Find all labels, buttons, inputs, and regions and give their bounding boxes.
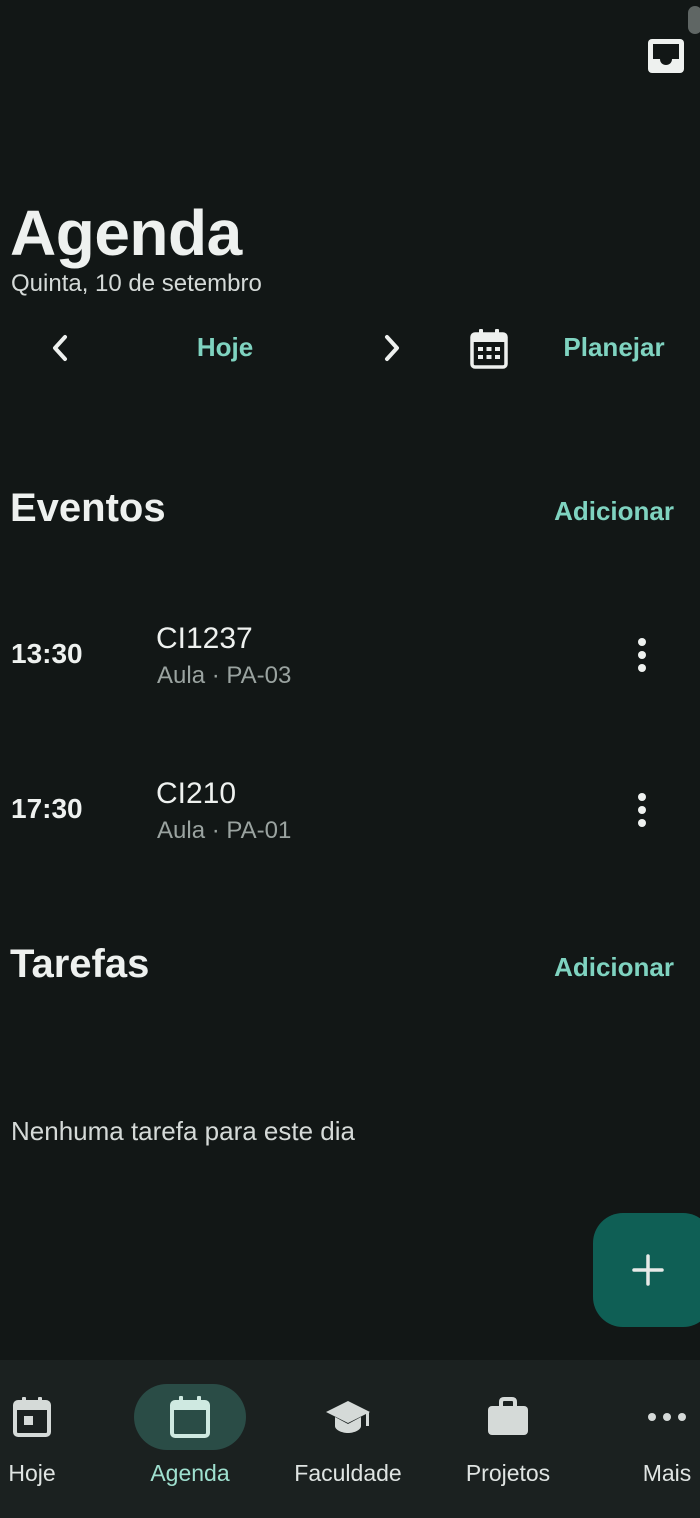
- nav-item-mais[interactable]: Mais: [611, 1360, 700, 1518]
- event-item[interactable]: 13:30 CI1237 Aula · PA-03: [0, 602, 700, 712]
- agenda-screen: Agenda Quinta, 10 de setembro Hoje Plane…: [0, 0, 700, 1518]
- calendar-month-icon: [470, 329, 508, 369]
- event-title: CI210: [156, 777, 237, 810]
- day-navigation: Hoje Planejar: [0, 320, 700, 378]
- event-options-button[interactable]: [622, 785, 662, 835]
- nav-item-hoje[interactable]: Hoje: [0, 1360, 88, 1518]
- inbox-icon: [648, 39, 684, 73]
- plus-icon: [632, 1254, 664, 1286]
- previous-day-button[interactable]: [40, 326, 80, 370]
- camera-cutout: [688, 6, 700, 34]
- nav-label: Mais: [642, 1460, 692, 1486]
- nav-icon-container: [292, 1384, 404, 1450]
- chevron-left-icon: [53, 335, 67, 361]
- nav-label: Hoje: [8, 1460, 56, 1486]
- event-subtitle: Aula · PA-03: [157, 662, 292, 689]
- bottom-navigation: Hoje Agenda Faculdade Projetos Mais: [0, 1360, 700, 1518]
- add-event-button[interactable]: Adicionar: [554, 496, 674, 527]
- inbox-button[interactable]: [644, 36, 688, 76]
- nav-item-faculdade[interactable]: Faculdade: [292, 1360, 404, 1518]
- plan-button[interactable]: Planejar: [548, 332, 680, 363]
- date-picker-button[interactable]: [466, 326, 512, 372]
- calendar-day-icon: [13, 1397, 51, 1437]
- add-task-button[interactable]: Adicionar: [554, 952, 674, 983]
- more-vertical-icon: [638, 793, 646, 827]
- empty-tasks-message: Nenhuma tarefa para este dia: [11, 1116, 355, 1146]
- more-vertical-icon: [638, 638, 646, 672]
- current-date: Quinta, 10 de setembro: [11, 270, 262, 297]
- nav-label: Projetos: [465, 1460, 551, 1486]
- next-day-button[interactable]: [372, 326, 412, 370]
- calendar-icon: [170, 1396, 210, 1438]
- nav-item-projetos[interactable]: Projetos: [452, 1360, 564, 1518]
- event-item[interactable]: 17:30 CI210 Aula · PA-01: [0, 757, 700, 867]
- graduation-cap-icon: [326, 1401, 370, 1433]
- events-section-title: Eventos: [10, 486, 166, 530]
- nav-icon-container: [452, 1384, 564, 1450]
- event-time: 17:30: [11, 793, 83, 824]
- event-options-button[interactable]: [622, 630, 662, 680]
- chevron-right-icon: [385, 335, 399, 361]
- nav-label: Faculdade: [294, 1460, 402, 1486]
- nav-icon-container: [134, 1384, 246, 1450]
- event-subtitle: Aula · PA-01: [157, 817, 292, 844]
- nav-icon-container: [0, 1384, 88, 1450]
- page-title: Agenda: [10, 197, 242, 269]
- event-time: 13:30: [11, 638, 83, 669]
- today-button[interactable]: Hoje: [170, 332, 280, 363]
- nav-label: Agenda: [150, 1460, 230, 1486]
- more-horizontal-icon: [648, 1413, 686, 1421]
- tasks-section-title: Tarefas: [10, 942, 150, 986]
- add-fab-button[interactable]: [593, 1213, 700, 1327]
- nav-item-agenda[interactable]: Agenda: [134, 1360, 246, 1518]
- nav-icon-container: [611, 1384, 700, 1450]
- event-title: CI1237: [156, 622, 253, 655]
- briefcase-icon: [488, 1397, 528, 1435]
